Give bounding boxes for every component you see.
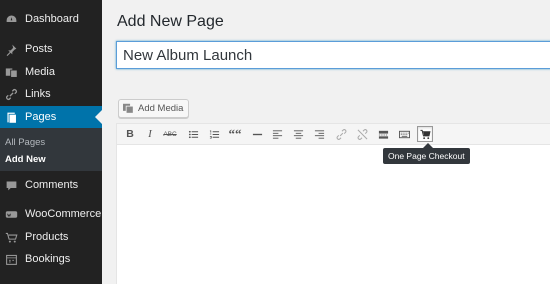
add-media-button[interactable]: Add Media (118, 99, 190, 118)
pin-icon (4, 42, 18, 56)
toolbar-toggle-button[interactable] (396, 126, 412, 142)
page-icon (4, 110, 18, 124)
one-page-checkout-tooltip: One Page Checkout (383, 148, 470, 164)
post-title-input[interactable] (116, 41, 550, 69)
active-indicator (95, 110, 102, 124)
one-page-checkout-button[interactable] (417, 126, 433, 142)
menu-comments-label: Comments (25, 179, 79, 191)
read-more-button[interactable] (375, 126, 391, 142)
menu-products[interactable]: Products (0, 226, 102, 248)
read-more-icon (378, 130, 388, 139)
menu-media-label: Media (25, 66, 55, 78)
horizontal-line-icon (252, 133, 262, 135)
blockquote-button[interactable]: ““ (227, 126, 243, 142)
media-icon (122, 103, 135, 114)
menu-media[interactable]: Media (0, 61, 102, 83)
submenu-all-pages[interactable]: All Pages (5, 137, 45, 148)
menu-pages[interactable]: Pages (0, 106, 102, 128)
media-icon (4, 65, 18, 79)
italic-button[interactable]: I (142, 126, 158, 142)
link-icon (336, 128, 346, 140)
cart-icon (419, 129, 431, 139)
menu-comments[interactable]: Comments (0, 174, 102, 196)
calendar-icon (4, 252, 18, 266)
menu-posts[interactable]: Posts (0, 38, 102, 60)
menu-woocommerce[interactable]: WooCommerce (0, 203, 102, 225)
page-title: Add New Page (117, 13, 224, 30)
menu-dashboard[interactable]: Dashboard (0, 8, 102, 30)
menu-bookings-label: Bookings (25, 253, 71, 265)
menu-products-label: Products (25, 231, 69, 243)
comment-icon (4, 178, 18, 192)
align-right-button[interactable] (311, 126, 327, 142)
menu-links[interactable]: Links (0, 83, 102, 105)
insert-link-button[interactable] (333, 126, 349, 142)
menu-dashboard-label: Dashboard (25, 13, 79, 25)
woocommerce-icon (4, 207, 18, 221)
menu-woocommerce-label: WooCommerce (25, 208, 102, 220)
align-center-icon (293, 129, 303, 139)
add-media-label: Add Media (138, 103, 184, 114)
strikethrough-button[interactable]: ABC (162, 126, 178, 142)
submenu-add-new[interactable]: Add New (5, 154, 46, 165)
align-left-button[interactable] (269, 126, 285, 142)
menu-links-label: Links (25, 88, 51, 100)
cart-icon (4, 230, 18, 244)
link-icon (4, 87, 18, 101)
bullet-list-button[interactable] (185, 126, 201, 142)
align-center-button[interactable] (290, 126, 306, 142)
align-right-icon (314, 129, 324, 139)
numbered-list-button[interactable] (206, 126, 222, 142)
remove-link-button[interactable] (354, 126, 370, 142)
unlink-icon (357, 128, 367, 140)
numbered-list-icon (209, 129, 219, 139)
menu-posts-label: Posts (25, 43, 53, 55)
menu-pages-label: Pages (25, 111, 57, 123)
bullet-list-icon (188, 130, 198, 138)
pages-submenu: All Pages Add New (0, 128, 102, 171)
editor-toolbar: B I ABC ““ (117, 124, 550, 145)
bold-button[interactable]: B (122, 126, 138, 142)
align-left-icon (272, 129, 282, 139)
dashboard-icon (4, 12, 18, 26)
horizontal-line-button[interactable] (249, 126, 265, 142)
menu-bookings[interactable]: Bookings (0, 248, 102, 270)
content-editor[interactable]: B I ABC ““ (116, 123, 550, 284)
keyboard-icon (398, 130, 410, 138)
admin-sidebar: Dashboard Posts Media Links Pages All Pa… (0, 0, 102, 284)
